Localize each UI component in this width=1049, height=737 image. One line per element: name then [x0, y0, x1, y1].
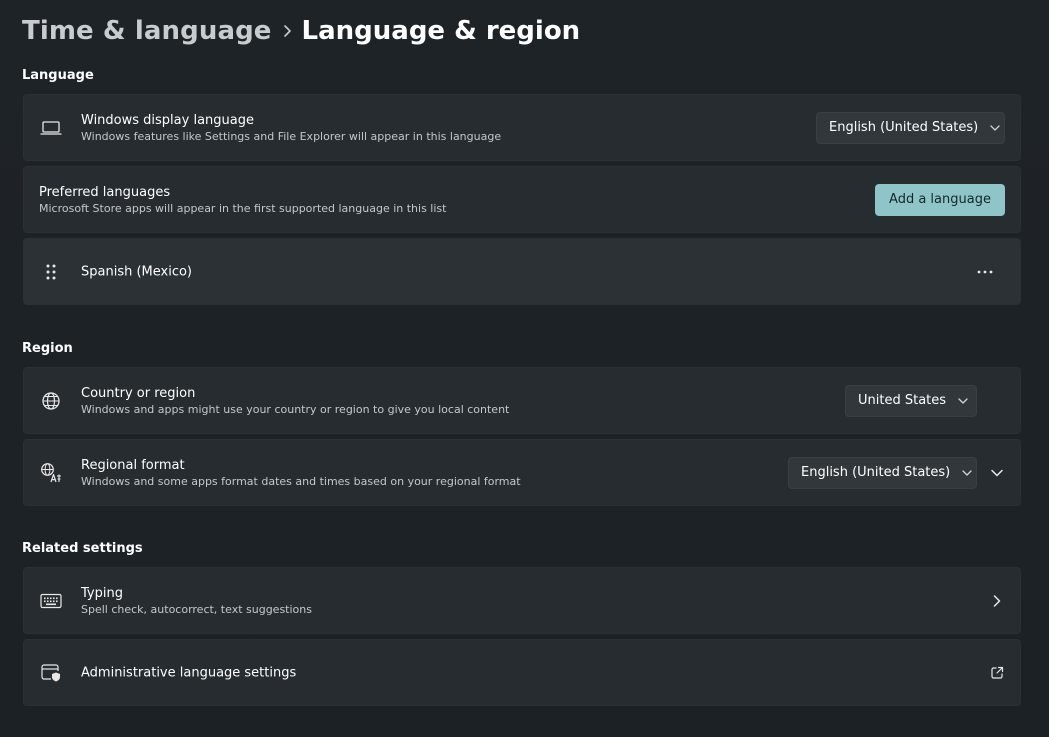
display-language-desc: Windows features like Settings and File …: [81, 129, 502, 143]
admin-language-card[interactable]: Administrative language settings: [23, 639, 1021, 706]
display-language-dropdown[interactable]: English (United States): [816, 111, 1005, 144]
regional-format-title: Regional format: [81, 457, 185, 473]
country-region-dropdown[interactable]: United States: [845, 384, 977, 417]
chevron-down-icon: [962, 469, 972, 476]
display-language-card: Windows display language Windows feature…: [23, 94, 1021, 161]
language-name: Spanish (Mexico): [81, 264, 193, 279]
globe-icon: [40, 390, 62, 412]
typing-card[interactable]: Typing Spell check, autocorrect, text su…: [23, 567, 1021, 634]
settings-page: Time & language Language & region Langua…: [0, 0, 1049, 737]
chevron-right-icon: [985, 589, 1009, 613]
page-title: Language & region: [301, 16, 581, 46]
preferred-languages-title: Preferred languages: [39, 184, 171, 200]
admin-shield-window-icon: [40, 662, 62, 684]
regional-format-value: English (United States): [801, 465, 951, 480]
regional-format-dropdown[interactable]: English (United States): [788, 456, 977, 489]
section-title-related-settings: Related settings: [22, 541, 143, 556]
breadcrumb: Time & language Language & region: [22, 12, 580, 50]
more-options-icon[interactable]: [973, 260, 997, 284]
regional-format-desc: Windows and some apps format dates and t…: [81, 474, 521, 488]
typing-title: Typing: [81, 585, 123, 601]
typing-desc: Spell check, autocorrect, text suggestio…: [81, 602, 312, 616]
language-list-item[interactable]: Spanish (Mexico): [23, 238, 1021, 305]
laptop-icon: [40, 117, 62, 139]
regional-format-card[interactable]: Regional format Windows and some apps fo…: [23, 439, 1021, 506]
chevron-down-icon: [990, 124, 1000, 131]
display-language-value: English (United States): [829, 120, 979, 135]
drag-handle-icon[interactable]: [40, 261, 62, 283]
display-language-title: Windows display language: [81, 112, 254, 128]
country-region-desc: Windows and apps might use your country …: [81, 402, 510, 416]
country-region-title: Country or region: [81, 385, 196, 401]
section-title-language: Language: [22, 68, 94, 83]
country-region-card: Country or region Windows and apps might…: [23, 367, 1021, 434]
add-language-button[interactable]: Add a language: [875, 183, 1005, 216]
external-link-icon: [985, 661, 1009, 685]
section-title-region: Region: [22, 341, 73, 356]
preferred-languages-card: Preferred languages Microsoft Store apps…: [23, 166, 1021, 233]
keyboard-icon: [40, 590, 62, 612]
country-region-value: United States: [858, 393, 947, 408]
admin-language-title: Administrative language settings: [81, 665, 297, 680]
preferred-languages-desc: Microsoft Store apps will appear in the …: [39, 201, 447, 215]
breadcrumb-parent-link[interactable]: Time & language: [22, 16, 272, 46]
regional-format-icon: [40, 462, 62, 484]
chevron-down-icon: [958, 397, 968, 404]
chevron-right-icon: [272, 24, 302, 38]
expand-chevron-icon[interactable]: [985, 461, 1009, 485]
